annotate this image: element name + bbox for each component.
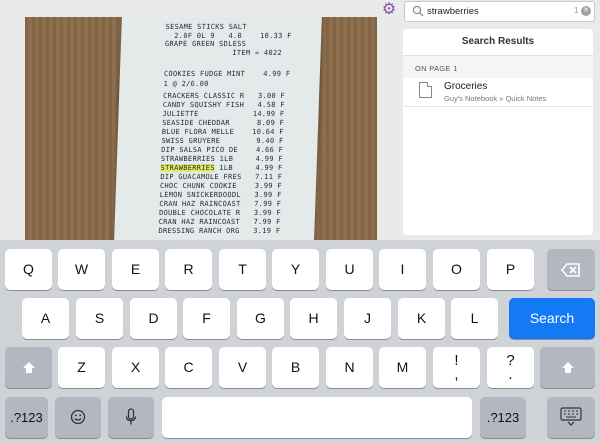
key-t[interactable]: T: [219, 249, 266, 290]
key-r[interactable]: R: [165, 249, 212, 290]
key-c[interactable]: C: [165, 347, 212, 388]
receipt: SESAME STICKS SALT 2.0F 0L 9 4.0 10.33 F…: [113, 17, 323, 241]
key-i[interactable]: I: [379, 249, 426, 290]
receipt-line: SESAME STICKS SALT: [165, 23, 247, 31]
receipt-line: LEMON SNICKERDOODL 3.99 F: [159, 191, 282, 199]
receipt-line: DIP GUACAMOLE FRES 7.11 F: [160, 173, 283, 181]
dictation-key[interactable]: [108, 397, 154, 438]
search-bar[interactable]: 1 ✕: [404, 1, 595, 22]
results-section-header: ON PAGE 1: [403, 56, 593, 78]
result-item[interactable]: Groceries Guy's Notebook » Quick Notes: [403, 78, 593, 107]
receipt-line: CANDY SQUISHY FISH 4.58 F: [162, 101, 285, 109]
note-canvas: SESAME STICKS SALT 2.0F 0L 9 4.0 10.33 F…: [0, 0, 600, 241]
search-key[interactable]: Search: [509, 298, 595, 339]
keyboard-dismiss-icon: [560, 407, 582, 426]
microphone-icon: [125, 408, 137, 425]
clear-icon[interactable]: ✕: [581, 6, 591, 16]
key-s[interactable]: S: [76, 298, 123, 339]
key-w[interactable]: W: [58, 249, 105, 290]
key-bottom-glyph: ,: [454, 366, 459, 383]
key-a[interactable]: A: [22, 298, 69, 339]
key-exclamation-comma[interactable]: !,: [433, 347, 480, 388]
receipt-line: CRACKERS CLASSIC R 3.00 F: [162, 92, 286, 100]
key-b[interactable]: B: [272, 347, 319, 388]
receipt-line: 2.0F 0L 9 4.0 10.33 F: [165, 32, 292, 40]
key-u[interactable]: U: [326, 249, 373, 290]
results-title: Search Results: [403, 29, 593, 56]
receipt-line: DOUBLE CHOCOLATE R 3.99 F: [158, 209, 282, 217]
space-key[interactable]: [162, 397, 472, 438]
key-e[interactable]: E: [112, 249, 159, 290]
key-z[interactable]: Z: [58, 347, 105, 388]
receipt-line: CRAN HAZ RAINCOAST 7.99 F: [158, 218, 281, 226]
receipt-line: JULIETTE 14.99 F: [162, 110, 285, 118]
emoji-key[interactable]: [55, 397, 101, 438]
key-v[interactable]: V: [219, 347, 266, 388]
shift-icon: [22, 362, 35, 373]
receipt-line: ITEM = 4022: [164, 49, 283, 57]
note-icon: [419, 82, 432, 98]
receipt-line: COOKIES FUDGE MINT 4.99 F: [163, 70, 291, 78]
emoji-icon: [70, 409, 86, 425]
numbers-key-left[interactable]: .?123: [5, 397, 48, 438]
receipt-line: SWISS GRUYERE 9.40 F: [161, 137, 284, 145]
key-f[interactable]: F: [183, 298, 230, 339]
shift-icon: [561, 362, 574, 373]
shift-key-right[interactable]: [540, 347, 595, 388]
gear-icon[interactable]: ⚙: [381, 2, 397, 18]
key-bottom-glyph: .: [508, 366, 513, 383]
key-g[interactable]: G: [237, 298, 284, 339]
search-icon: [412, 5, 424, 17]
search-highlight: STRAWBERRIES: [160, 164, 215, 172]
receipt-line: STRAWBERRIES 1LB 4.99 F: [160, 164, 283, 172]
receipt-line: 1 @ 2/6.00: [163, 80, 209, 88]
key-k[interactable]: K: [398, 298, 445, 339]
receipt-line: CRAN HAZ RAINCOAST 7.99 F: [159, 200, 282, 208]
key-l[interactable]: L: [451, 298, 498, 339]
search-match-count: 1: [574, 6, 579, 15]
receipt-line: DIP SALSA PICO DE 4.66 F: [161, 146, 284, 154]
key-q[interactable]: Q: [5, 249, 52, 290]
key-y[interactable]: Y: [272, 249, 319, 290]
search-input[interactable]: [427, 4, 557, 18]
backspace-key[interactable]: [547, 249, 595, 290]
section-label: ON PAGE 1: [415, 64, 458, 73]
numbers-key-right[interactable]: .?123: [480, 397, 526, 438]
result-subtitle: Guy's Notebook » Quick Notes: [444, 94, 547, 103]
hide-keyboard-key[interactable]: [547, 397, 595, 438]
key-x[interactable]: X: [112, 347, 159, 388]
search-results-panel: Search Results ON PAGE 1 Groceries Guy's…: [403, 29, 593, 235]
receipt-photo[interactable]: SESAME STICKS SALT 2.0F 0L 9 4.0 10.33 F…: [25, 17, 377, 241]
key-o[interactable]: O: [433, 249, 480, 290]
receipt-line: STRAWBERRIES 1LB 4.99 F: [160, 155, 283, 163]
receipt-line: BLUE FLORA MELLE 10.64 F: [161, 128, 284, 136]
receipt-line: CHOC CHUNK COOKIE 3.99 F: [159, 182, 283, 190]
key-m[interactable]: M: [379, 347, 426, 388]
key-p[interactable]: P: [487, 249, 534, 290]
key-d[interactable]: D: [130, 298, 177, 339]
receipt-line: SEASIDE CHEDDAR 8.09 F: [162, 119, 285, 127]
result-title: Groceries: [444, 81, 488, 92]
backspace-icon: [560, 263, 580, 277]
onscreen-keyboard: Q W E R T Y U I O P A S D F G H J K L Search Z X C V B N M!,?. .?12…: [0, 240, 600, 442]
receipt-line: DRESSING RANCH ORG 3.19 F: [158, 227, 281, 235]
shift-key-left[interactable]: [5, 347, 52, 388]
receipt-line: GRAPE GREEN SDLESS: [164, 40, 247, 48]
key-j[interactable]: J: [344, 298, 391, 339]
key-question-period[interactable]: ?.: [487, 347, 534, 388]
key-h[interactable]: H: [290, 298, 337, 339]
key-n[interactable]: N: [326, 347, 373, 388]
